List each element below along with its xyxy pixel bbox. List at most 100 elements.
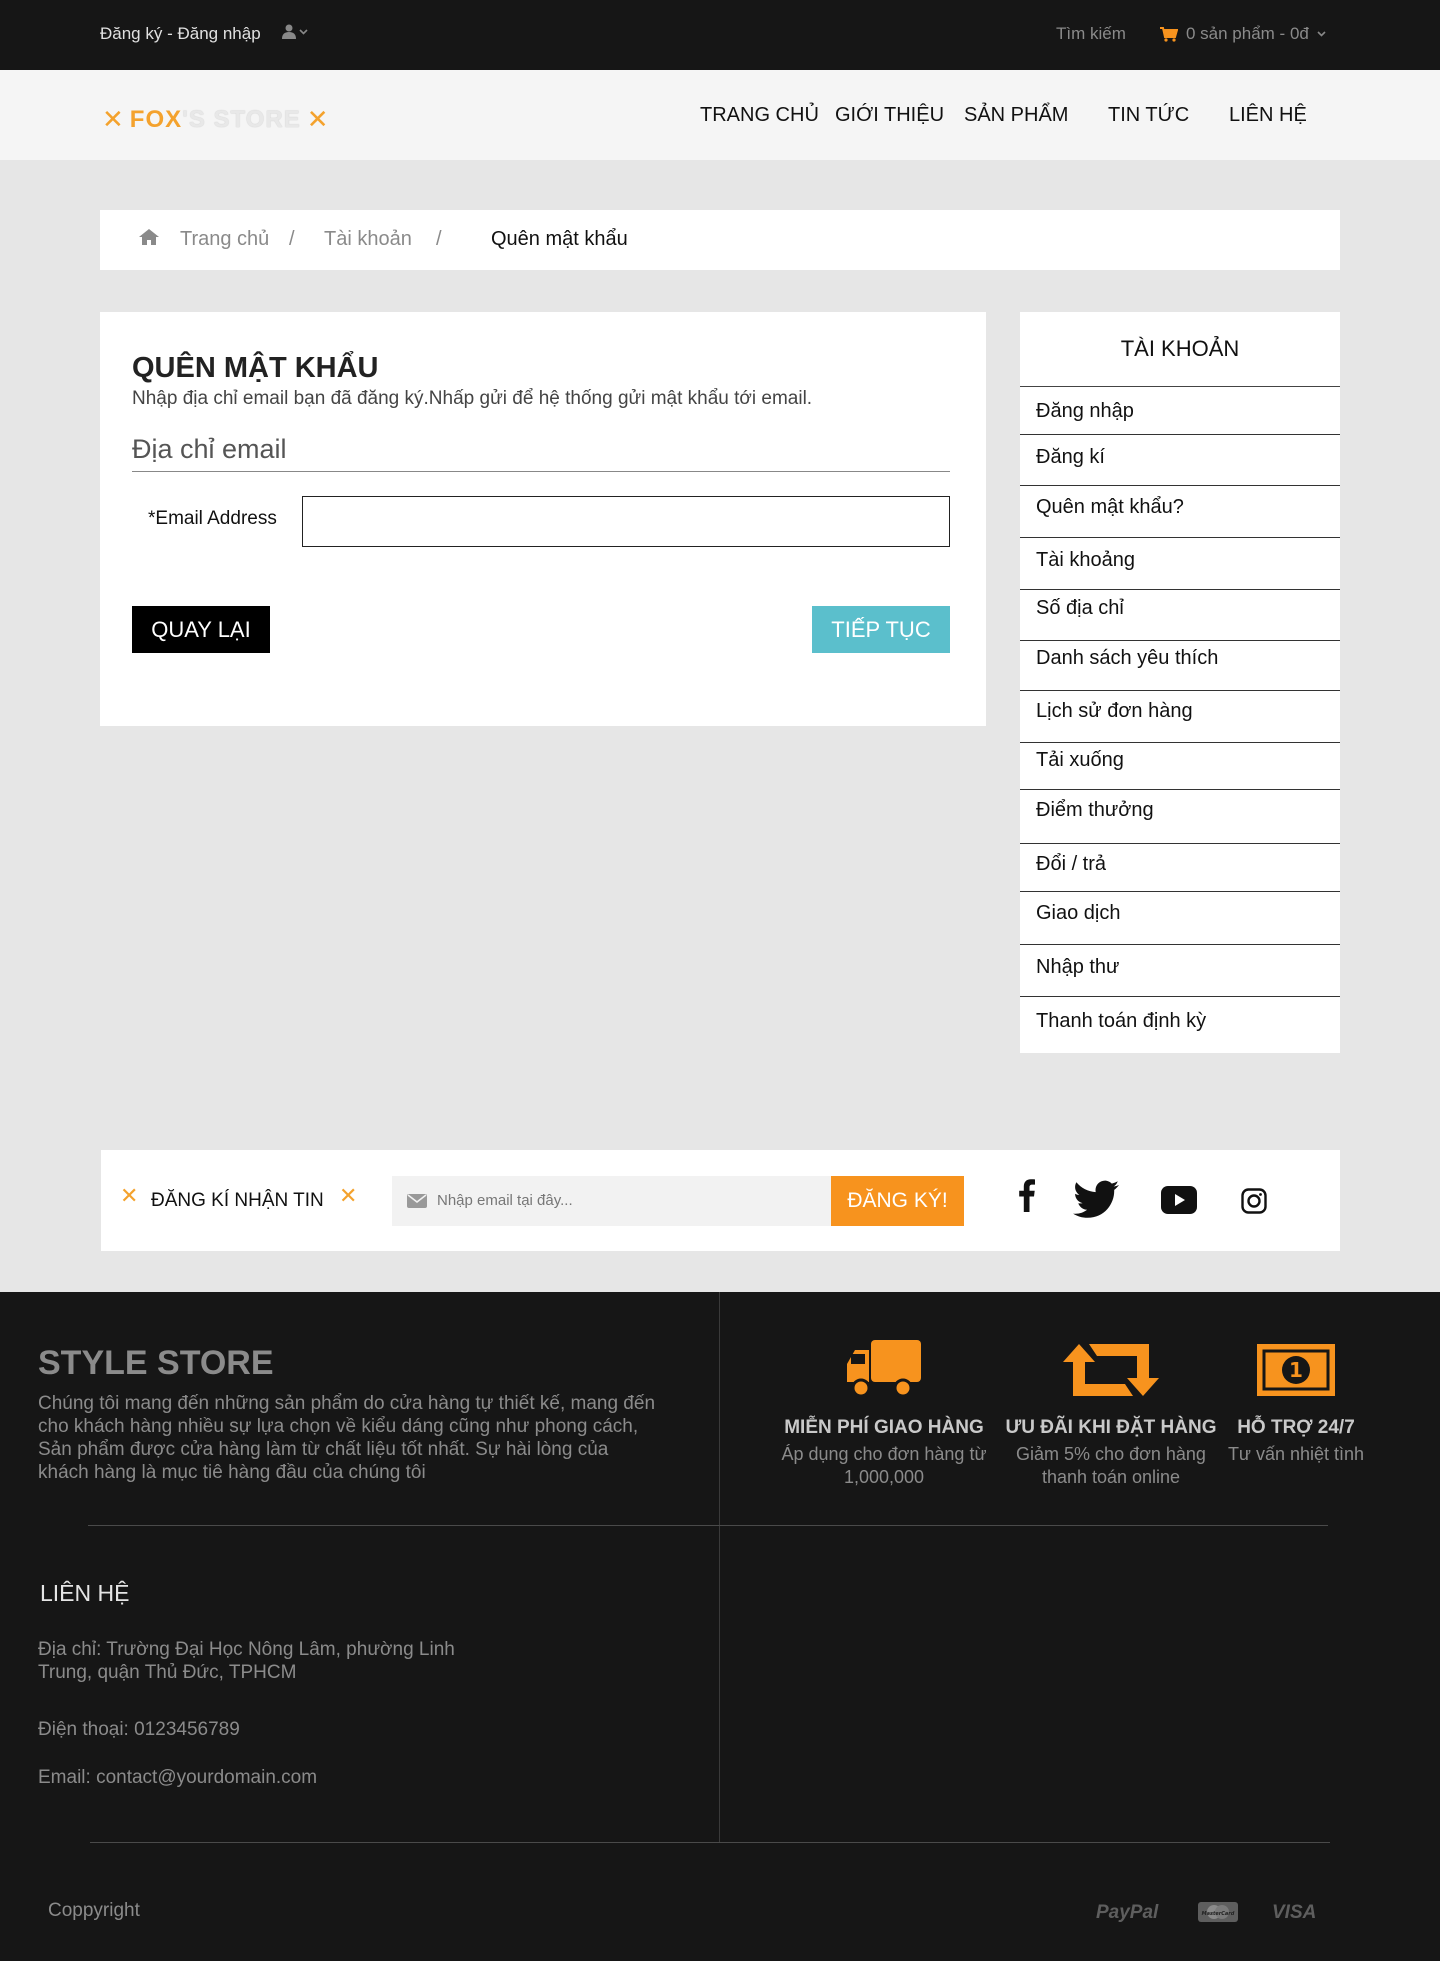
sidebar-divider <box>1020 996 1340 997</box>
paypal-logo: PayPal <box>1096 1902 1159 1923</box>
auth-link[interactable]: Đăng ký - Đăng nhập <box>100 24 261 44</box>
sidebar-divider <box>1020 789 1340 790</box>
sidebar-item-wishlist[interactable]: Danh sách yêu thích <box>1036 647 1218 670</box>
sidebar-item-downloads[interactable]: Tải xuống <box>1036 749 1124 772</box>
newsletter-bar: ✕ ĐĂNG KÍ NHẬN TIN ✕ Nhập email tại đây.… <box>101 1150 1340 1251</box>
breadcrumb-account[interactable]: Tài khoản <box>324 228 412 251</box>
sidebar-divider <box>1020 386 1340 387</box>
legend-divider <box>132 471 950 472</box>
nav-about[interactable]: GIỚI THIỆU <box>835 104 944 127</box>
continue-button[interactable]: TIẾP TỤC <box>812 606 950 653</box>
feature-title: MIỄN PHÍ GIAO HÀNG <box>784 1417 984 1438</box>
sidebar-divider <box>1020 589 1340 590</box>
feature-desc: Tư vấn nhiệt tình <box>1227 1444 1365 1464</box>
cart-icon <box>1160 26 1178 42</box>
sidebar-title: TÀI KHOẢN <box>1120 336 1240 361</box>
retweet-icon <box>1063 1344 1159 1396</box>
mastercard-icon: MasterCard <box>1198 1902 1238 1922</box>
footer-store-description: Chúng tôi mang đến những sản phẩm do cửa… <box>38 1393 656 1483</box>
svg-text:1: 1 <box>1289 1358 1303 1382</box>
logo-fox-text: FOX <box>129 106 183 133</box>
facebook-icon[interactable] <box>1018 1178 1036 1212</box>
store-logo[interactable]: ✕ FOX'S STORE ✕ <box>102 106 329 134</box>
feature-title: HỖ TRỢ 24/7 <box>1237 1417 1355 1438</box>
sidebar-divider <box>1020 537 1340 538</box>
instagram-icon[interactable] <box>1241 1188 1267 1214</box>
breadcrumb: Trang chủ / Tài khoản / Quên mật khẩu <box>100 210 1340 270</box>
site-footer: STYLE STORE Chúng tôi mang đến những sản… <box>0 1292 1440 1961</box>
cart-summary: 0 sản phẩm - 0đ <box>1186 24 1309 43</box>
top-bar: Đăng ký - Đăng nhập Tìm kiếm 0 sản phẩm … <box>0 0 1440 70</box>
sidebar-item-order-history[interactable]: Lịch sử đơn hàng <box>1036 700 1193 723</box>
x-left-icon: ✕ <box>120 1184 139 1209</box>
back-button[interactable]: QUAY LẠI <box>132 606 270 653</box>
user-menu[interactable] <box>282 24 308 39</box>
email-field[interactable] <box>302 496 950 547</box>
form-description: Nhập địa chỉ email bạn đã đăng ký.Nhấp g… <box>132 388 813 409</box>
nav-contact[interactable]: LIÊN HỆ <box>1229 104 1307 127</box>
search-link[interactable]: Tìm kiếm <box>1056 24 1126 44</box>
breadcrumb-separator: / <box>289 228 295 250</box>
page-title: QUÊN MẬT KHẨU <box>132 352 379 384</box>
footer-vertical-divider <box>719 1292 720 1842</box>
copyright-text: Coppyright <box>48 1900 140 1921</box>
contact-email[interactable]: Email: contact@yourdomain.com <box>38 1766 317 1789</box>
visa-logo: VISA <box>1272 1902 1317 1923</box>
sidebar-item-reward-points[interactable]: Điểm thưởng <box>1036 799 1154 822</box>
footer-divider <box>90 1842 1330 1843</box>
sidebar-item-forgot-password[interactable]: Quên mật khẩu? <box>1036 496 1184 519</box>
chevron-down-icon <box>299 28 308 35</box>
logo-store-text: 'S STORE <box>182 106 301 133</box>
envelope-icon <box>407 1194 427 1208</box>
money-icon: 1 <box>1257 1344 1335 1396</box>
newsletter-placeholder: Nhập email tại đây... <box>437 1192 573 1209</box>
footer-store-title: STYLE STORE <box>38 1344 274 1382</box>
breadcrumb-current: Quên mật khẩu <box>491 228 628 250</box>
sidebar-divider <box>1020 891 1340 892</box>
feature-support: 1 HỖ TRỢ 24/7 Tư vấn nhiệt tình <box>1222 1340 1370 1466</box>
logo-x-right-icon: ✕ <box>306 105 329 135</box>
feature-title: ƯU ĐÃI KHI ĐẶT HÀNG <box>1005 1417 1217 1438</box>
email-label: *Email Address <box>148 508 277 529</box>
breadcrumb-separator: / <box>436 228 442 250</box>
chevron-down-icon <box>1317 31 1326 37</box>
x-right-icon: ✕ <box>339 1184 358 1209</box>
contact-phone: Điện thoại: 0123456789 <box>38 1719 240 1740</box>
sidebar-item-returns[interactable]: Đổi / trả <box>1036 853 1106 876</box>
sidebar-divider <box>1020 690 1340 691</box>
nav-home[interactable]: TRANG CHỦ <box>700 104 819 127</box>
nav-news[interactable]: TIN TỨC <box>1108 104 1189 127</box>
home-icon[interactable] <box>138 228 160 246</box>
sidebar-divider <box>1020 742 1340 743</box>
sidebar-item-newsletter[interactable]: Nhập thư <box>1036 956 1119 979</box>
sidebar-divider <box>1020 944 1340 945</box>
sidebar-item-account[interactable]: Tài khoảng <box>1036 549 1135 572</box>
sidebar-divider <box>1020 843 1340 844</box>
feature-free-shipping: MIỄN PHÍ GIAO HÀNG Áp dụng cho đơn hàng … <box>778 1340 990 1489</box>
sidebar-divider <box>1020 640 1340 641</box>
user-icon <box>282 24 296 39</box>
sidebar-item-address-book[interactable]: Số địa chỉ <box>1036 597 1124 620</box>
newsletter-label: ĐĂNG KÍ NHẬN TIN <box>151 1190 324 1211</box>
cart-link[interactable]: 0 sản phẩm - 0đ <box>1160 24 1326 44</box>
nav-products[interactable]: SẢN PHẨM <box>964 104 1068 127</box>
subscribe-button[interactable]: ĐĂNG KÝ! <box>831 1176 964 1226</box>
truck-icon <box>847 1340 921 1398</box>
sidebar-item-recurring-payments[interactable]: Thanh toán định kỳ <box>1036 1010 1206 1033</box>
forgot-password-panel: QUÊN MẬT KHẨU Nhập địa chỉ email bạn đã … <box>100 312 986 726</box>
contact-address: Địa chỉ: Trường Đại Học Nông Lâm, phường… <box>38 1639 455 1683</box>
form-legend: Địa chỉ email <box>132 434 287 464</box>
svg-text:MasterCard: MasterCard <box>1202 1911 1235 1917</box>
breadcrumb-home[interactable]: Trang chủ <box>180 228 269 251</box>
sidebar-item-login[interactable]: Đăng nhập <box>1036 400 1134 423</box>
twitter-icon[interactable] <box>1073 1180 1121 1218</box>
feature-order-discount: ƯU ĐÃI KHI ĐẶT HÀNG Giảm 5% cho đơn hàng… <box>1004 1340 1218 1489</box>
sidebar-divider <box>1020 485 1340 486</box>
feature-desc: Giảm 5% cho đơn hàng thanh toán online <box>1016 1444 1206 1487</box>
sidebar-item-transactions[interactable]: Giao dịch <box>1036 902 1121 925</box>
feature-desc: Áp dụng cho đơn hàng từ 1,000,000 <box>781 1444 987 1487</box>
sidebar-divider <box>1020 434 1340 435</box>
sidebar-item-register[interactable]: Đăng kí <box>1036 446 1105 469</box>
youtube-icon[interactable] <box>1161 1186 1197 1214</box>
site-header: ✕ FOX'S STORE ✕ TRANG CHỦ GIỚI THIỆU SẢN… <box>0 70 1440 160</box>
